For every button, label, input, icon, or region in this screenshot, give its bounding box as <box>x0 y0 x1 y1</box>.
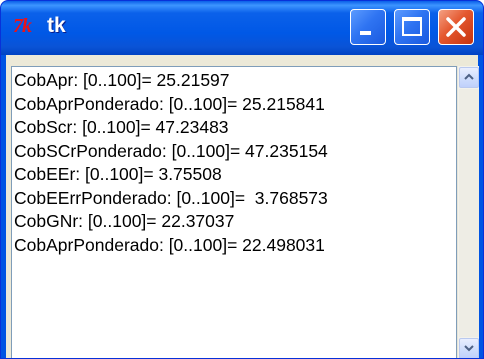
maximize-icon <box>402 17 422 36</box>
minimize-button[interactable] <box>350 9 386 45</box>
window-title: tk <box>47 14 66 37</box>
tk-window: 7k tk CobApr: [0..100]= 25.21597 CobAprP… <box>0 0 484 359</box>
close-icon <box>446 17 466 37</box>
close-button[interactable] <box>438 9 474 45</box>
text-line: CobEEr: [0..100]= 3.75508 <box>14 164 222 184</box>
scroll-track[interactable] <box>459 89 479 337</box>
chevron-up-icon <box>464 73 474 80</box>
scroll-up-button[interactable] <box>459 67 479 88</box>
tk-app-icon[interactable]: 7k <box>13 15 32 38</box>
title-bar[interactable]: 7k tk <box>1 1 483 55</box>
maximize-button[interactable] <box>394 9 430 45</box>
scroll-down-button[interactable] <box>459 338 479 358</box>
text-line: CobGNr: [0..100]= 22.37037 <box>14 211 235 231</box>
chevron-down-icon <box>464 345 474 352</box>
output-text-area[interactable]: CobApr: [0..100]= 25.21597 CobAprPondera… <box>11 66 457 358</box>
minimize-icon <box>360 31 371 35</box>
text-line: CobAprPonderado: [0..100]= 25.215841 <box>14 93 325 114</box>
vertical-scrollbar[interactable] <box>457 66 479 358</box>
text-line: CobEErrPonderado: [0..100]= 3.768573 <box>14 187 328 208</box>
text-line: CobScr: [0..100]= 47.23483 <box>14 117 229 137</box>
text-line: CobAprPonderado: [0..100]= 22.498031 <box>14 234 325 255</box>
text-line: CobApr: [0..100]= 25.21597 <box>14 70 230 90</box>
window-client-area: CobApr: [0..100]= 25.21597 CobAprPondera… <box>6 55 479 358</box>
text-line: CobSCrPonderado: [0..100]= 47.235154 <box>14 140 328 161</box>
